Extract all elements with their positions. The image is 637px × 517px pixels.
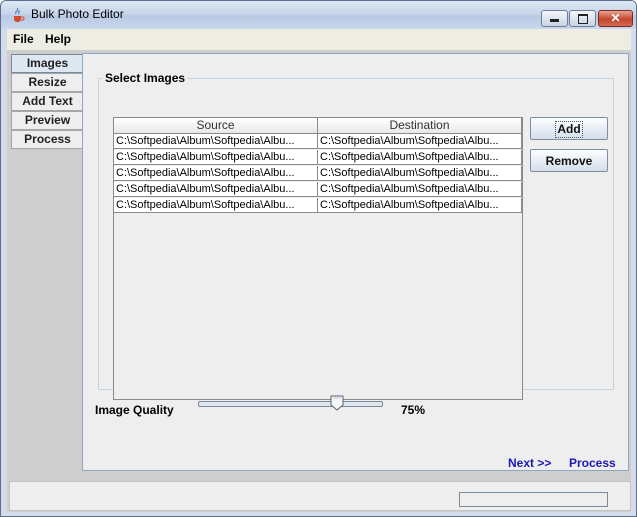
- add-button-label: Add: [555, 121, 583, 138]
- image-quality-value: 75%: [401, 403, 426, 417]
- remove-button-label: Remove: [545, 154, 593, 168]
- table-row[interactable]: C:\Softpedia\Album\Softpedia\Albu... C:\…: [114, 134, 522, 150]
- maximize-icon: [578, 14, 588, 24]
- add-button[interactable]: Add: [530, 117, 608, 140]
- source-cell[interactable]: C:\Softpedia\Album\Softpedia\Albu...: [114, 166, 318, 181]
- menu-file[interactable]: File: [13, 32, 34, 46]
- remove-button[interactable]: Remove: [530, 149, 608, 172]
- minimize-button[interactable]: [541, 10, 568, 27]
- client-area: File Help Images Resize Add Text Preview…: [7, 29, 631, 512]
- maximize-button[interactable]: [569, 10, 596, 27]
- table-row[interactable]: C:\Softpedia\Album\Softpedia\Albu... C:\…: [114, 150, 522, 166]
- images-table[interactable]: Source Destination C:\Softpedia\Album\So…: [113, 117, 523, 400]
- image-quality-slider[interactable]: [198, 401, 383, 407]
- column-header-source[interactable]: Source: [114, 118, 318, 134]
- source-cell[interactable]: C:\Softpedia\Album\Softpedia\Albu...: [114, 134, 318, 149]
- table-row[interactable]: C:\Softpedia\Album\Softpedia\Albu... C:\…: [114, 182, 522, 198]
- destination-cell[interactable]: C:\Softpedia\Album\Softpedia\Albu...: [318, 166, 522, 181]
- menu-bar: File Help: [7, 29, 631, 50]
- menu-help[interactable]: Help: [45, 32, 71, 46]
- java-cup-icon: [14, 7, 25, 22]
- source-cell[interactable]: C:\Softpedia\Album\Softpedia\Albu...: [114, 150, 318, 165]
- title-bar[interactable]: Bulk Photo Editor ✕: [1, 1, 636, 29]
- progress-bar: [459, 492, 608, 507]
- tab-preview[interactable]: Preview: [11, 111, 84, 130]
- tab-process[interactable]: Process: [11, 130, 84, 149]
- tab-resize[interactable]: Resize: [11, 73, 84, 92]
- window-title: Bulk Photo Editor: [31, 7, 124, 21]
- close-icon: ✕: [610, 11, 621, 25]
- tab-add-text[interactable]: Add Text: [11, 92, 84, 111]
- destination-cell[interactable]: C:\Softpedia\Album\Softpedia\Albu...: [318, 198, 522, 213]
- destination-cell[interactable]: C:\Softpedia\Album\Softpedia\Albu...: [318, 182, 522, 197]
- table-row[interactable]: C:\Softpedia\Album\Softpedia\Albu... C:\…: [114, 198, 522, 214]
- slider-thumb[interactable]: [330, 395, 344, 411]
- select-images-title: Select Images: [103, 71, 188, 85]
- column-header-destination[interactable]: Destination: [318, 118, 522, 134]
- table-header: Source Destination: [114, 118, 522, 134]
- destination-cell[interactable]: C:\Softpedia\Album\Softpedia\Albu...: [318, 150, 522, 165]
- close-button[interactable]: ✕: [598, 10, 633, 27]
- source-cell[interactable]: C:\Softpedia\Album\Softpedia\Albu...: [114, 182, 318, 197]
- next-link[interactable]: Next >>: [508, 456, 551, 470]
- table-row[interactable]: C:\Softpedia\Album\Softpedia\Albu... C:\…: [114, 166, 522, 182]
- minimize-icon: [550, 19, 559, 22]
- destination-cell[interactable]: C:\Softpedia\Album\Softpedia\Albu...: [318, 134, 522, 149]
- process-link[interactable]: Process: [569, 456, 616, 470]
- image-quality-label: Image Quality: [95, 403, 174, 417]
- source-cell[interactable]: C:\Softpedia\Album\Softpedia\Albu...: [114, 198, 318, 213]
- status-bar: [9, 481, 631, 511]
- app-window: Bulk Photo Editor ✕ File Help Images Res…: [0, 0, 637, 517]
- tab-images[interactable]: Images: [11, 54, 84, 73]
